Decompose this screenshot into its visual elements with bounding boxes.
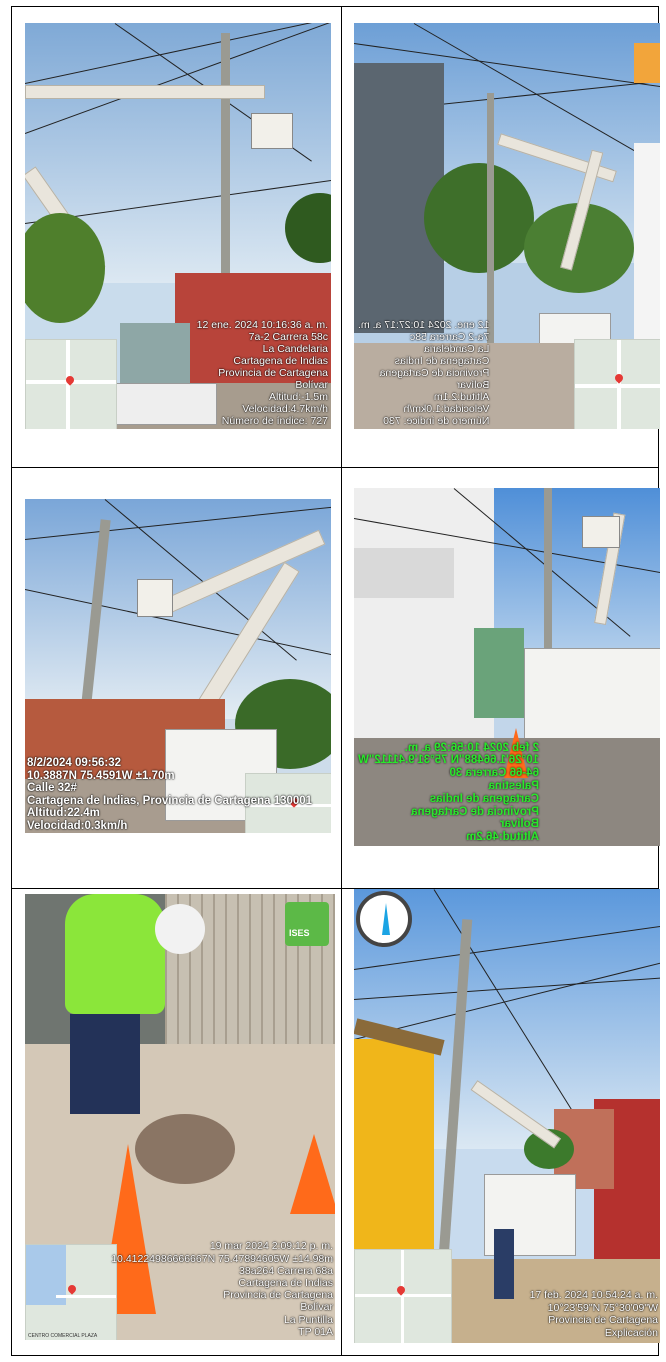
ises-logo: ISES bbox=[285, 902, 329, 946]
map-label: CENTRO COMERCIAL PLAZA bbox=[28, 1333, 98, 1339]
photo-5: ISES CENTRO COMERCIAL PLAZA 19 mar 2024 … bbox=[25, 894, 335, 1340]
photo-5-timestamp: 19 mar 2024 2:09:12 p. m. 10.41224986666… bbox=[111, 1240, 333, 1338]
photo-grid-table: 12 ene. 2024 10:16:36 a. m. 7a-2 Carrera… bbox=[11, 6, 660, 1356]
photo-3-timestamp: 8/2/2024 09:56:32 10.3887N 75.4591W ±1.7… bbox=[27, 757, 313, 832]
map-thumbnail-5: CENTRO COMERCIAL PLAZA bbox=[25, 1244, 117, 1340]
photo-1-timestamp: 12 ene. 2024 10:16:36 a. m. 7a-2 Carrera… bbox=[196, 319, 328, 427]
photo-4: 2 feb 2024 10:56:29 a. m. 10°26'1.66488"… bbox=[354, 488, 660, 846]
photo-3: 8/2/2024 09:56:32 10.3887N 75.4591W ±1.7… bbox=[25, 499, 331, 833]
photo-2-timestamp: 12 ene. 2024 10:27:17 a. m. 7a-2 Carrera… bbox=[358, 319, 490, 427]
map-thumbnail-6 bbox=[354, 1249, 452, 1343]
photo-4-timestamp: 2 feb 2024 10:56:29 a. m. 10°26'1.66488"… bbox=[358, 741, 539, 844]
photo-2: 12 ene. 2024 10:27:17 a. m. 7a-2 Carrera… bbox=[354, 23, 660, 429]
compass-icon bbox=[356, 891, 412, 947]
photo-1: 12 ene. 2024 10:16:36 a. m. 7a-2 Carrera… bbox=[25, 23, 331, 429]
row-divider-1 bbox=[12, 467, 658, 468]
column-divider bbox=[341, 7, 342, 1355]
map-thumbnail-2 bbox=[574, 339, 660, 429]
photo-6: 17 feb. 2024 10:54:24 a. m. 10°23'59"N 7… bbox=[354, 889, 660, 1343]
map-thumbnail-1 bbox=[25, 339, 117, 429]
photo-6-timestamp: 17 feb. 2024 10:54:24 a. m. 10°23'59"N 7… bbox=[529, 1289, 658, 1339]
